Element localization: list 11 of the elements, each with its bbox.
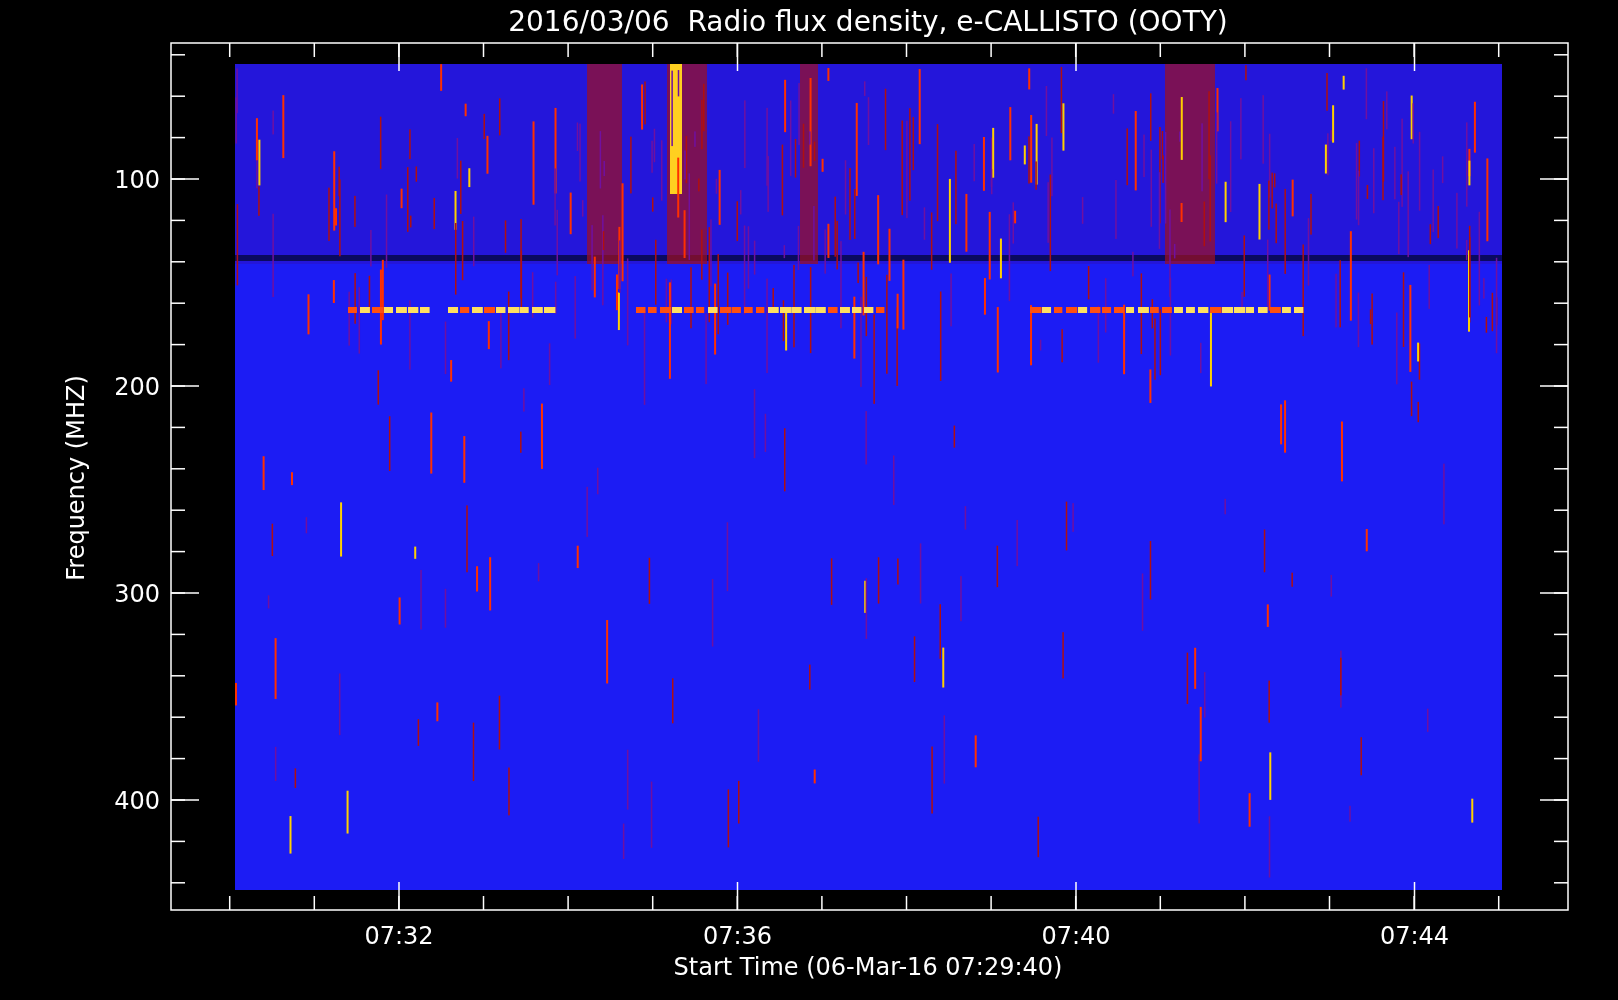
y-tick-label: 400 (114, 787, 160, 815)
y-tick-label: 200 (114, 373, 160, 401)
chart-title: 2016/03/06 Radio flux density, e-CALLISTO (OOTY) (508, 5, 1228, 38)
y-tick-label: 300 (114, 580, 160, 608)
y-tick-label: 100 (114, 166, 160, 194)
x-tick-label: 07:36 (702, 922, 773, 950)
x-axis-label: Start Time (06-Mar-16 07:29:40) (673, 953, 1063, 981)
x-tick-label: 07:40 (1041, 922, 1111, 950)
x-tick-label: 07:44 (1379, 922, 1450, 950)
x-tick-label: 07:32 (364, 922, 434, 950)
y-axis-label: Frequency (MHZ) (62, 375, 90, 581)
